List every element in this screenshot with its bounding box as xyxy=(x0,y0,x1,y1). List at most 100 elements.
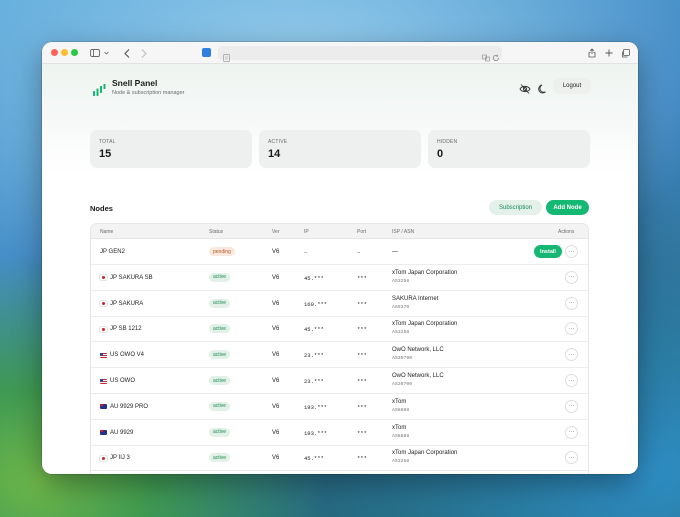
asn-label: AS30700 xyxy=(392,356,413,362)
port-cell: *** xyxy=(357,378,367,385)
node-name-cell: US OWO xyxy=(100,378,135,384)
minimize-window-button[interactable] xyxy=(61,49,68,56)
sidebar-icon[interactable] xyxy=(89,46,101,60)
more-actions-button[interactable]: ··· xyxy=(565,399,578,413)
node-name-cell: JP SAKURA xyxy=(100,301,143,307)
chevron-left-icon[interactable] xyxy=(122,46,132,60)
table-row[interactable]: AU 9929 active V6 193.*** *** xTom AS8888 ··· xyxy=(91,420,588,446)
nodes-table: Name Status Ver IP Port ISP / ASN Action… xyxy=(90,223,589,474)
tab-favicon-icon[interactable] xyxy=(202,48,211,57)
more-actions-button[interactable]: ··· xyxy=(565,348,578,362)
node-name: AU 9929 PRO xyxy=(110,403,149,410)
column-header-port[interactable]: Port xyxy=(357,229,366,235)
stat-label: HIDDEN xyxy=(437,139,458,145)
browser-toolbar xyxy=(42,42,638,64)
flag-us-icon xyxy=(100,378,107,384)
moon-icon[interactable] xyxy=(537,82,549,94)
flag-jp-icon xyxy=(100,326,107,332)
port-cell: *** xyxy=(357,429,367,437)
page-content: Snell Panel Node & subscription manager … xyxy=(42,64,638,474)
subscription-button[interactable]: Subscription xyxy=(489,200,542,215)
stat-card-hidden: HIDDEN 0 xyxy=(428,130,590,168)
version-cell: V6 xyxy=(272,274,280,281)
more-actions-button[interactable]: ··· xyxy=(565,322,578,336)
ip-cell: 23.*** xyxy=(304,352,324,360)
node-name: JP GEN2 xyxy=(100,249,125,255)
isp-name: xTom xyxy=(392,424,407,431)
column-header-ip[interactable]: IP xyxy=(304,229,309,235)
ip-cell: 45.*** xyxy=(304,455,324,463)
address-bar[interactable] xyxy=(218,46,502,62)
node-name: US OWO V4 xyxy=(110,352,145,359)
plus-icon[interactable] xyxy=(604,46,614,60)
nodes-section-title: Nodes xyxy=(90,204,113,213)
table-row[interactable]: JP IIJ 3 active V6 45.*** *** xTom Japan Corp… xyxy=(91,445,588,472)
eye-off-icon[interactable] xyxy=(519,82,531,94)
flag-jp-icon xyxy=(100,275,107,281)
node-name-cell: JP SAKURA SB xyxy=(100,275,153,281)
asn-label: AS3258 xyxy=(392,330,410,336)
table-row[interactable]: JP IIJ 2activeV6141.******xTomAS3258··· xyxy=(91,471,588,474)
node-name: JP IIJ 3 xyxy=(110,455,130,462)
asn-label: AS8888 xyxy=(392,407,410,413)
port-cell: *** xyxy=(357,300,367,308)
asn-label: AS3258 xyxy=(392,278,410,284)
more-actions-button[interactable]: ··· xyxy=(565,451,578,465)
node-name: JP SAKURA SB xyxy=(110,274,153,281)
share-icon[interactable] xyxy=(587,46,597,60)
flag-us-icon xyxy=(100,352,107,358)
table-row[interactable]: JP SAKURA SB active V6 45.*** *** xTom Japan … xyxy=(91,265,588,291)
isp-name: xTom Japan Corporation xyxy=(392,269,458,276)
column-header-status[interactable]: Status xyxy=(209,229,223,235)
column-header-isp[interactable]: ISP / ASN xyxy=(392,229,414,235)
more-actions-button[interactable]: ··· xyxy=(565,425,578,439)
logout-button[interactable]: Logout xyxy=(553,78,591,94)
status-badge: pending xyxy=(209,247,235,256)
install-button[interactable]: Install xyxy=(534,245,562,258)
asn-label: AS3258 xyxy=(392,459,410,465)
node-name-cell: US OWO V4 xyxy=(100,352,144,358)
more-actions-button[interactable]: ··· xyxy=(565,374,578,387)
table-row[interactable]: JP SAKURA active V6 160.*** *** SAKURA Intern… xyxy=(91,291,588,317)
table-row[interactable]: US OWO V4 active V6 23.*** *** OwO Network, L… xyxy=(91,342,588,369)
version-cell: V6 xyxy=(272,429,280,436)
asn-label: AS30700 xyxy=(392,382,413,387)
node-name-cell: JP IIJ 3 xyxy=(100,455,130,461)
flag-jp-icon xyxy=(100,301,107,307)
status-badge: active xyxy=(209,427,231,437)
table-row[interactable]: JP GEN2 pending V6 – – — Install ··· xyxy=(91,239,588,265)
tabs-icon[interactable] xyxy=(620,46,630,60)
table-row[interactable]: AU 9929 PRO active V6 193.*** *** xTom AS8888 ·… xyxy=(91,394,588,420)
node-name-cell: JP GEN2 xyxy=(100,249,125,255)
close-window-button[interactable] xyxy=(51,49,58,56)
browser-window: Snell Panel Node & subscription manager … xyxy=(42,42,638,474)
stat-value: 0 xyxy=(437,148,444,160)
chevron-right-icon[interactable] xyxy=(139,46,149,60)
flag-jp-icon xyxy=(100,455,107,461)
more-actions-button[interactable]: ··· xyxy=(565,296,578,310)
flag-au-icon xyxy=(100,430,107,436)
zoom-window-button[interactable] xyxy=(71,49,78,56)
column-header-ver[interactable]: Ver xyxy=(272,229,280,235)
ip-cell: 23.*** xyxy=(304,378,324,385)
port-cell: *** xyxy=(357,403,367,411)
more-actions-button[interactable]: ··· xyxy=(565,270,578,284)
table-row[interactable]: JP SB 1212 active V6 45.*** *** xTom Japan Co… xyxy=(91,316,588,343)
node-name: JP SAKURA xyxy=(110,300,144,307)
stat-label: ACTIVE xyxy=(268,139,288,145)
more-actions-button[interactable]: ··· xyxy=(565,245,578,258)
ip-cell: 193.*** xyxy=(304,429,328,437)
column-header-name[interactable]: Name xyxy=(100,229,113,235)
stat-value: 15 xyxy=(99,148,112,160)
stat-label: TOTAL xyxy=(99,139,116,145)
chevron-down-icon[interactable] xyxy=(102,46,110,60)
status-badge: active xyxy=(209,401,231,411)
status-badge: active xyxy=(209,298,231,308)
table-row[interactable]: US OWO active V6 23.*** *** OwO Network, LLC A… xyxy=(91,368,588,394)
app-title: Snell Panel xyxy=(112,78,158,88)
node-name: JP SB 1212 xyxy=(110,326,142,333)
add-node-button[interactable]: Add Node xyxy=(546,200,589,215)
column-header-actions: Actions xyxy=(558,229,575,235)
status-badge: active xyxy=(209,324,231,334)
isp-name: xTom xyxy=(392,398,407,405)
